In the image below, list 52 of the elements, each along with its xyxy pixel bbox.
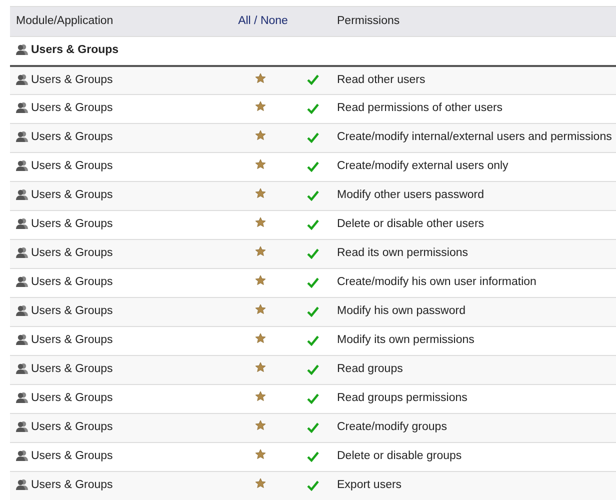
permission-label: Modify other users password (337, 189, 484, 202)
users-icon (16, 334, 28, 346)
permission-label: Read groups (337, 363, 403, 376)
users-icon (16, 44, 28, 56)
users-icon (16, 131, 28, 142)
permission-label: Read other users (337, 74, 426, 86)
users-icon (16, 276, 28, 288)
users-icon (16, 218, 28, 230)
module-name: Users & Groups (31, 421, 113, 434)
module-name: Users & Groups (31, 276, 113, 288)
users-icon (16, 421, 28, 432)
permission-label: Modify his own password (337, 305, 466, 318)
module-name: Users & Groups (31, 102, 113, 114)
users-icon (16, 450, 28, 462)
users-icon (16, 160, 28, 172)
module-name: Users & Groups (31, 218, 113, 230)
module-name: Users & Groups (31, 247, 113, 260)
users-icon (16, 189, 28, 200)
permission-label: Create/modify groups (337, 421, 447, 434)
permission-label: Create/modify internal/external users and permissions (337, 131, 612, 144)
users-icon (16, 74, 28, 85)
users-icon (16, 247, 28, 258)
permission-label: Read groups permissions (337, 392, 468, 404)
separator: / (253, 14, 258, 27)
select-all-link[interactable]: All (238, 14, 251, 27)
users-icon (16, 479, 28, 490)
permission-label: Export users (337, 479, 402, 492)
permission-label: Create/modify his own user information (337, 276, 536, 288)
module-name: Users & Groups (31, 74, 113, 86)
module-name: Users & Groups (31, 334, 113, 346)
module-name: Users & Groups (31, 305, 113, 318)
column-header: Module/Application (16, 14, 114, 27)
permission-label: Modify its own permissions (337, 334, 474, 346)
permission-label: Create/modify external users only (337, 160, 508, 172)
module-name: Users & Groups (31, 131, 113, 144)
users-icon (16, 305, 28, 316)
users-icon (16, 363, 28, 374)
column-header: Permissions (337, 14, 400, 27)
module-name: Users & Groups (31, 450, 113, 462)
module-name: Users & Groups (31, 189, 113, 202)
module-name: Users & Groups (31, 392, 113, 404)
select-none-link[interactable]: None (260, 14, 288, 27)
users-icon (16, 102, 28, 114)
permission-label: Delete or disable other users (337, 218, 484, 230)
users-icon (16, 392, 28, 404)
module-name: Users & Groups (31, 363, 113, 376)
group-title: Users & Groups (31, 44, 119, 56)
module-name: Users & Groups (31, 479, 113, 492)
permission-label: Read its own permissions (337, 247, 468, 260)
permission-label: Read permissions of other users (337, 102, 503, 114)
module-name: Users & Groups (31, 160, 113, 172)
permission-label: Delete or disable groups (337, 450, 462, 462)
